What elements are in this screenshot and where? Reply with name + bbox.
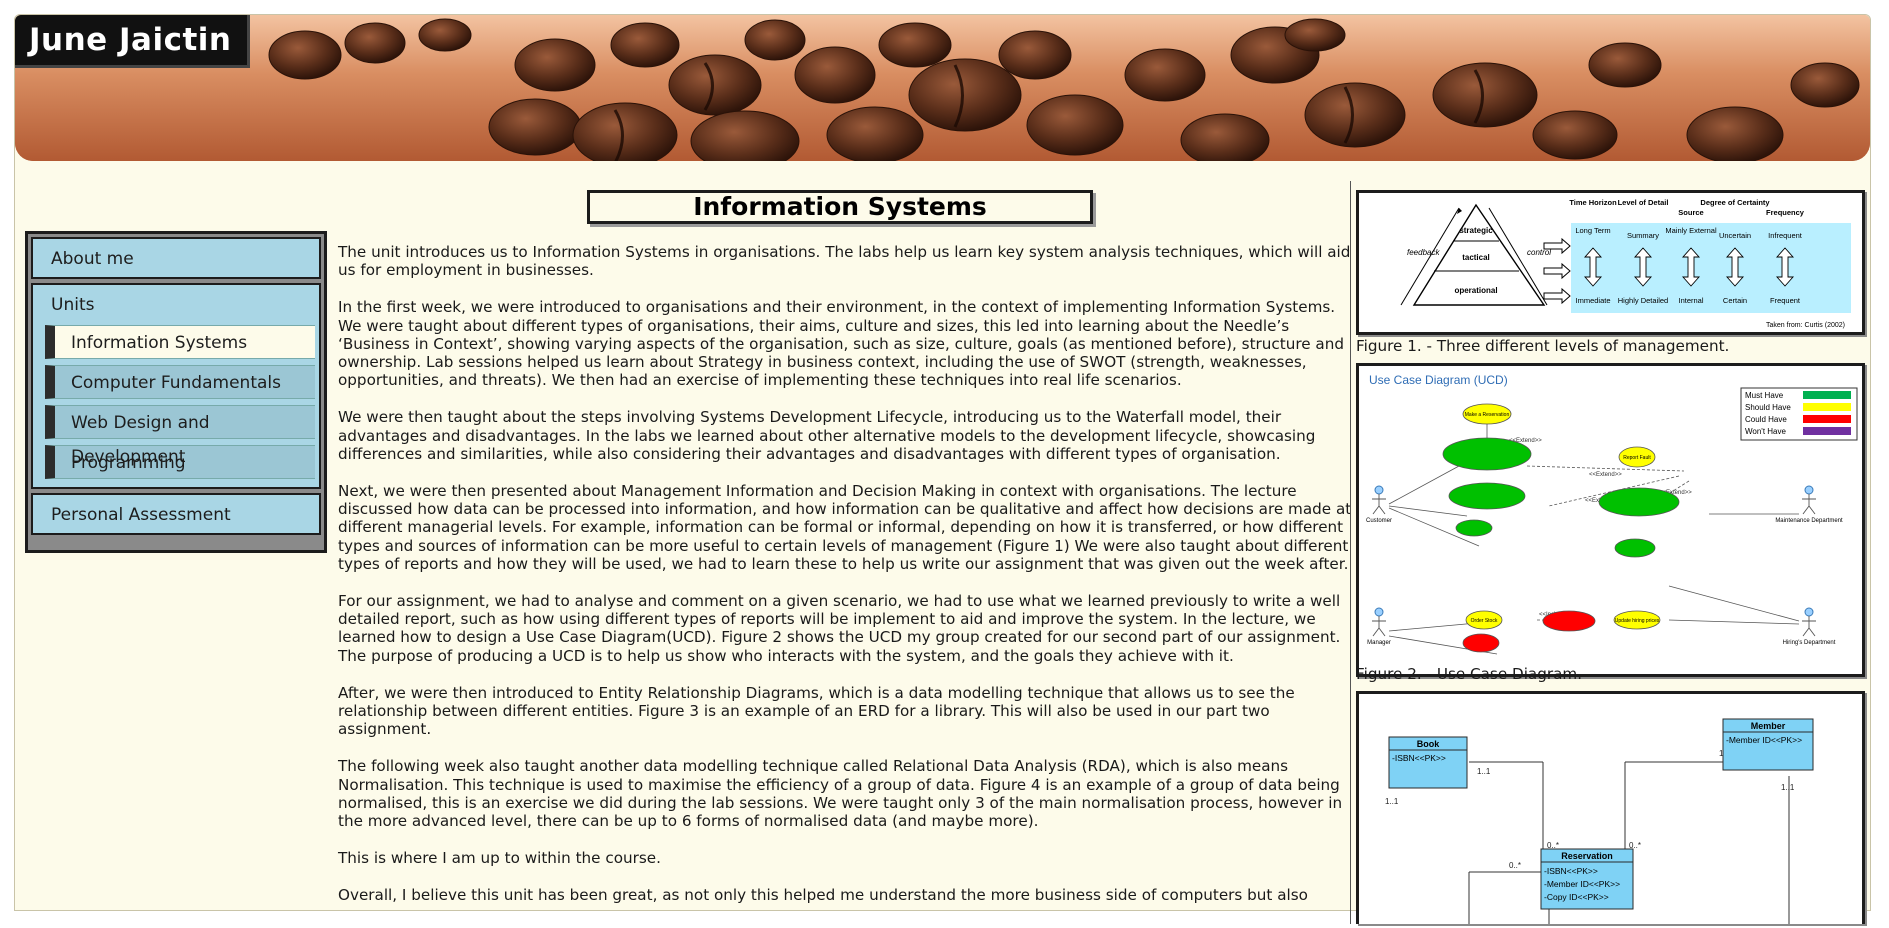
header-frequency: Frequency	[1766, 208, 1805, 217]
main-content: The unit introduces us to Information Sy…	[338, 243, 1358, 924]
figure-2-use-case-diagram: Use Case Diagram (UCD) Must Have Should …	[1356, 363, 1865, 677]
level-tactical: tactical	[1462, 253, 1490, 262]
bottom-frequency: Frequent	[1770, 296, 1801, 305]
content-paragraph: We were then taught about the steps invo…	[338, 408, 1316, 463]
entity-book: Book	[1417, 739, 1440, 749]
nav-group-units: Units Information Systems Computer Funda…	[31, 283, 321, 489]
multiplicity-label: 1..1	[1477, 767, 1491, 776]
header-certainty: Degree of Certainty	[1700, 198, 1770, 207]
actor-hirings-department: Hiring's Department	[1783, 640, 1836, 646]
content-paragraph: The unit introduces us to Information Sy…	[338, 243, 1351, 280]
use-case-order-stock: Order Stock	[1471, 618, 1498, 624]
top-frequency: Infrequent	[1768, 231, 1803, 240]
site-title[interactable]: June Jaictin	[15, 15, 251, 68]
bottom-time-horizon: Immediate	[1575, 296, 1610, 305]
header-time-horizon: Time Horizon	[1569, 198, 1617, 207]
bottom-certainty: Certain	[1723, 296, 1747, 305]
actor-manager: Manager	[1367, 640, 1391, 646]
content-paragraph: Next, we were then presented about Manag…	[338, 482, 1352, 573]
header-level-of-detail: Level of Detail	[1618, 198, 1669, 207]
legend-should-have: Should Have	[1745, 403, 1791, 412]
content-paragraph: For our assignment, we had to analyse an…	[338, 592, 1341, 665]
header-source: Source	[1678, 208, 1703, 217]
content-paragraph: After, we were then introduced to Entity…	[338, 683, 1295, 739]
figure-1-management-levels: strategic tactical operational feedback …	[1356, 190, 1865, 335]
nav-item-about-me[interactable]: About me	[31, 237, 321, 279]
column-divider	[1350, 181, 1351, 924]
use-case-report-fault: Report Fault	[1623, 455, 1651, 461]
level-operational: operational	[1454, 286, 1497, 295]
figure-1-caption: Figure 1. - Three different levels of ma…	[1356, 337, 1730, 355]
book-field-isbn: -ISBN<<PK>>	[1392, 753, 1446, 763]
sidebar-nav: About me Units Information Systems Compu…	[25, 231, 327, 553]
multiplicity-label: 1..1	[1385, 797, 1399, 806]
nav-item-units[interactable]: Units	[33, 285, 319, 325]
entity-member: Member	[1751, 721, 1786, 731]
content-paragraph: The following week also taught another d…	[338, 757, 1343, 831]
multiplicity-label: 1..1	[1781, 783, 1795, 792]
nav-subitem-information-systems[interactable]: Information Systems	[45, 325, 315, 359]
extend-label: <<Extend>>	[1589, 472, 1622, 478]
nav-subitem-programming[interactable]: Programming	[45, 445, 315, 479]
content-paragraph: This is where I am up to within the cour…	[338, 849, 661, 868]
figure-3-erd: 1..1 1..1 1..1 1..1 0..* 0..* 0..* Book	[1356, 691, 1865, 924]
header-banner: June Jaictin	[15, 15, 1870, 161]
use-case-update-hiring-prices: Update hiring prices	[1615, 618, 1660, 624]
nav-subitem-web-design-and-development[interactable]: Web Design and Development	[45, 405, 315, 467]
legend-wont-have: Won't Have	[1745, 427, 1787, 436]
nav-subitem-computer-fundamentals[interactable]: Computer Fundamentals	[45, 365, 315, 399]
reservation-field-isbn: -ISBN<<PK>>	[1544, 866, 1598, 876]
page-title: Information Systems	[587, 190, 1093, 224]
reservation-field-member-id: -Member ID<<PK>>	[1544, 879, 1620, 889]
bottom-source: Internal	[1678, 296, 1703, 305]
nav-item-personal-assessment[interactable]: Personal Assessment	[31, 493, 321, 535]
top-certainty: Uncertain	[1719, 231, 1751, 240]
legend-must-have: Must Have	[1745, 391, 1784, 400]
top-source: Mainly External	[1665, 226, 1717, 235]
page: June Jaictin About me Units Information …	[14, 14, 1871, 924]
bottom-level-of-detail: Highly Detailed	[1618, 296, 1668, 305]
actor-customer: Customer	[1366, 518, 1392, 524]
member-field-member-id: -Member ID<<PK>>	[1726, 735, 1802, 745]
feedback-label: feedback	[1407, 248, 1440, 257]
top-level-of-detail: Summary	[1627, 231, 1659, 240]
coffee-beans-image	[15, 15, 1870, 161]
figure-1-source: Taken from: Curtis (2002)	[1766, 322, 1845, 329]
top-time-horizon: Long Term	[1575, 226, 1610, 235]
ucd-title: Use Case Diagram (UCD)	[1369, 373, 1508, 387]
level-strategic: strategic	[1459, 226, 1493, 235]
content-paragraph: In the first week, we were introduced to…	[338, 298, 1344, 390]
use-case-make-reservation: Make a Reservation	[1465, 412, 1510, 418]
reservation-field-copy-id: -Copy ID<<PK>>	[1544, 892, 1609, 902]
figure-2-caption: Figure 2. - Use Case Diagram.	[1356, 665, 1583, 683]
content-paragraph: Overall, I believe this unit has been gr…	[338, 886, 1308, 905]
entity-reservation: Reservation	[1561, 851, 1613, 861]
actor-maintenance-department: Maintenance Department	[1775, 518, 1843, 524]
multiplicity-label: 0..*	[1509, 861, 1521, 870]
legend-could-have: Could Have	[1745, 415, 1787, 424]
